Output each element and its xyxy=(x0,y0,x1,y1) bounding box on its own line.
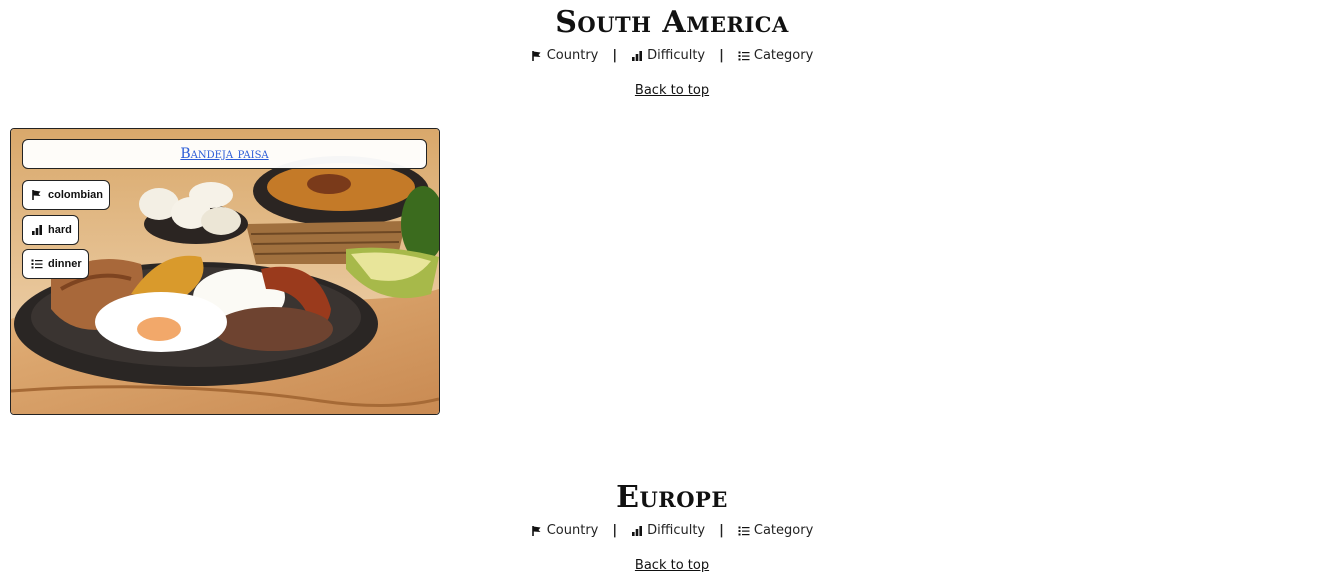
difficulty-tag-label: hard xyxy=(48,224,72,236)
list-icon xyxy=(31,259,43,269)
signal-bars-icon xyxy=(32,225,42,235)
back-to-top-link[interactable]: Back to top xyxy=(635,558,709,573)
legend-difficulty: Difficulty xyxy=(631,48,705,63)
flag-icon xyxy=(531,50,541,61)
region-section-south-america: South America Country | Difficulty | Cat… xyxy=(0,6,1344,98)
category-tag: dinner xyxy=(22,249,89,279)
recipe-title-link[interactable]: Bandeja paisa xyxy=(180,146,268,162)
back-to-top-link[interactable]: Back to top xyxy=(635,83,709,98)
legend-difficulty-label: Difficulty xyxy=(647,523,706,538)
signal-bars-icon xyxy=(632,50,643,61)
signal-bars-icon xyxy=(632,525,643,536)
legend: Country | Difficulty | Category xyxy=(0,48,1344,63)
legend-difficulty: Difficulty xyxy=(631,523,705,538)
legend-separator: | xyxy=(719,48,724,63)
legend-difficulty-label: Difficulty xyxy=(647,48,706,63)
legend: Country | Difficulty | Category xyxy=(0,523,1344,538)
legend-category: Category xyxy=(738,523,813,538)
legend-separator: | xyxy=(612,48,618,63)
country-tag: colombian xyxy=(22,180,111,210)
region-section-europe: Europe Country | Difficulty | Category B… xyxy=(0,481,1344,573)
legend-category: Category xyxy=(738,48,813,63)
legend-separator: | xyxy=(612,523,618,538)
flag-icon xyxy=(531,525,541,536)
region-title: Europe xyxy=(616,480,728,515)
recipe-card[interactable]: Bandeja paisa colombian hard dinner xyxy=(10,128,440,415)
legend-separator: | xyxy=(719,523,724,538)
legend-category-label: Category xyxy=(753,48,814,63)
list-icon xyxy=(738,526,750,535)
region-title: South America xyxy=(555,5,789,40)
category-tag-label: dinner xyxy=(48,258,82,270)
legend-country: Country xyxy=(531,48,599,63)
recipe-title: Bandeja paisa xyxy=(22,139,427,169)
legend-category-label: Category xyxy=(753,523,814,538)
list-icon xyxy=(738,51,750,60)
flag-icon xyxy=(32,190,41,200)
country-tag-label: colombian xyxy=(48,189,104,201)
legend-country: Country xyxy=(531,523,599,538)
legend-country-label: Country xyxy=(546,48,599,63)
legend-country-label: Country xyxy=(546,523,599,538)
difficulty-tag: hard xyxy=(22,215,79,245)
